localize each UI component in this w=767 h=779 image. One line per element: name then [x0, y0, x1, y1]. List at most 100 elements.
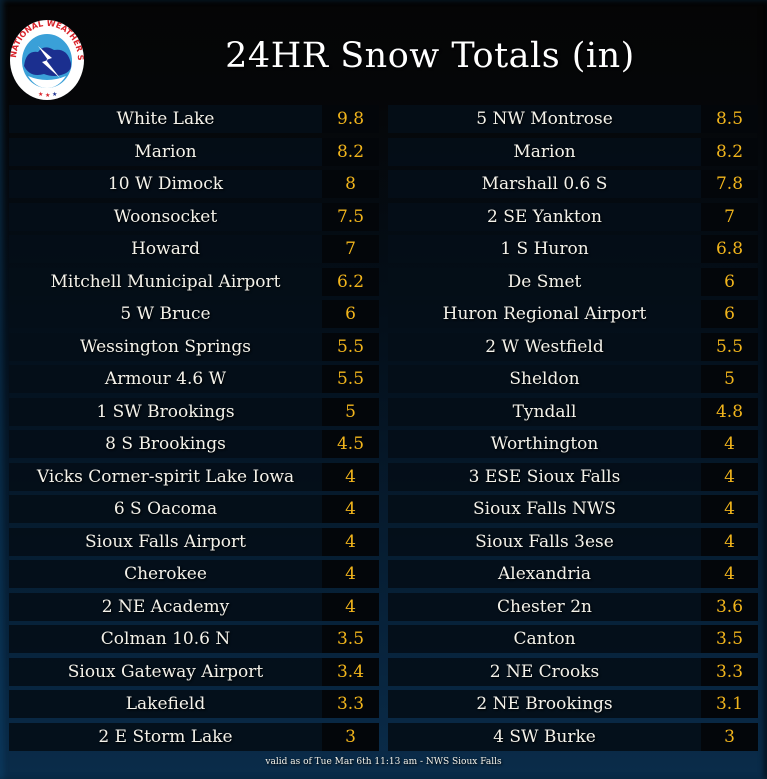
snow-total-value: 4	[701, 495, 758, 523]
snow-total-value: 7.5	[322, 202, 379, 231]
location-name: Worthington	[490, 434, 599, 454]
location-name: 3 ESE Sioux Falls	[468, 466, 621, 487]
location-name: Cherokee	[124, 564, 207, 584]
page-title: 24HR Snow Totals (in)	[225, 36, 635, 76]
location-name: 1 S Huron	[500, 239, 589, 259]
table-row: 2 NE Brookings 3.1	[388, 690, 758, 718]
svg-text:★: ★	[45, 92, 50, 99]
location-name: Sioux Gateway Airport	[67, 661, 264, 682]
location-name: 5 NW Montrose	[476, 109, 613, 129]
location-name: 2 NE Academy	[101, 596, 230, 617]
table-row: Mitchell Municipal Airport 6.2	[9, 267, 379, 296]
table-row: Sioux Falls 3ese 4	[388, 527, 758, 556]
table-row: Huron Regional Airport 6	[388, 300, 758, 328]
location-name: Wessington Springs	[80, 336, 251, 357]
table-row: Canton 3.5	[388, 625, 758, 653]
table-row: 6 S Oacoma 4	[9, 495, 379, 523]
snow-total-value: 8	[322, 170, 379, 198]
table-row: Sheldon 5	[388, 365, 758, 393]
snow-total-value: 3.3	[701, 657, 758, 686]
snow-total-value: 6.8	[701, 235, 758, 263]
nws-logo-icon: NATIONAL WEATHER SERVICE ★ ★ ★	[5, 11, 86, 102]
location-name: Woonsocket	[113, 206, 218, 227]
snow-total-value: 3.4	[322, 657, 379, 686]
location-name: Chester 2n	[497, 596, 592, 617]
svg-text:★: ★	[52, 91, 57, 98]
snow-total-value: 4	[701, 462, 758, 491]
location-name: Alexandria	[497, 564, 592, 584]
snow-total-value: 7	[322, 235, 379, 263]
location-name: 5 W Bruce	[120, 304, 211, 324]
table-row: 2 E Storm Lake 3	[9, 722, 379, 751]
location-name: Sioux Falls Airport	[85, 531, 246, 552]
location-name: 4 SW Burke	[493, 726, 596, 747]
table-row: Sioux Falls NWS 4	[388, 495, 758, 523]
table-row: 2 NE Academy 4	[9, 592, 379, 621]
snow-total-value: 4	[322, 592, 379, 621]
location-name: Sioux Falls 3ese	[475, 531, 614, 552]
table-row: Armour 4.6 W 5.5	[9, 365, 379, 393]
snow-total-value: 5	[322, 397, 379, 426]
table-row: 2 NE Crooks 3.3	[388, 657, 758, 686]
location-name: 2 W Westfield	[485, 336, 604, 357]
table-row: Howard 7	[9, 235, 379, 263]
table-row: 1 SW Brookings 5	[9, 397, 379, 426]
snow-total-value: 5.5	[322, 332, 379, 361]
location-name: White Lake	[116, 109, 215, 129]
snow-total-value: 5.5	[322, 365, 379, 393]
table-row: Woonsocket 7.5	[9, 202, 379, 231]
table-row: Vicks Corner-spirit Lake Iowa 4	[9, 462, 379, 491]
location-name: 2 E Storm Lake	[98, 726, 233, 747]
table-row: De Smet 6	[388, 267, 758, 296]
location-name: Lakefield	[125, 694, 206, 714]
location-name: 1 SW Brookings	[96, 401, 235, 422]
snow-total-value: 8.2	[322, 137, 379, 166]
snow-total-value: 6	[322, 300, 379, 328]
snow-total-value: 8.5	[701, 105, 758, 133]
snow-total-value: 4	[701, 560, 758, 588]
snow-total-value: 3.1	[701, 690, 758, 718]
location-name: Sheldon	[509, 369, 580, 389]
snow-total-value: 3.5	[322, 625, 379, 653]
table-row: White Lake 9.8	[9, 105, 379, 133]
snow-total-value: 6.2	[322, 267, 379, 296]
location-name: Marshall 0.6 S	[481, 174, 608, 194]
location-name: Canton	[513, 629, 576, 649]
table-row: 4 SW Burke 3	[388, 722, 758, 751]
table-row: Chester 2n 3.6	[388, 592, 758, 621]
snow-total-value: 4	[322, 495, 379, 523]
location-name: Vicks Corner-spirit Lake Iowa	[36, 466, 295, 487]
table-row: Tyndall 4.8	[388, 397, 758, 426]
snow-total-value: 7.8	[701, 170, 758, 198]
table-row: 1 S Huron 6.8	[388, 235, 758, 263]
snow-total-value: 4	[322, 462, 379, 491]
location-name: 6 S Oacoma	[113, 499, 218, 519]
svg-text:★: ★	[38, 91, 43, 98]
location-name: Marion	[134, 141, 197, 162]
location-name: Colman 10.6 N	[100, 629, 231, 649]
snow-total-value: 5.5	[701, 332, 758, 361]
table-row: Marion 8.2	[388, 137, 758, 166]
table-row: Sioux Gateway Airport 3.4	[9, 657, 379, 686]
snow-total-value: 4	[322, 560, 379, 588]
location-name: Mitchell Municipal Airport	[50, 271, 281, 292]
snow-total-value: 4	[322, 527, 379, 556]
location-name: Marion	[513, 141, 576, 162]
location-name: De Smet	[507, 271, 582, 292]
snow-total-value: 7	[701, 202, 758, 231]
table-row: Marion 8.2	[9, 137, 379, 166]
snow-total-value: 5	[701, 365, 758, 393]
snow-total-value: 9.8	[322, 105, 379, 133]
table-row: 2 W Westfield 5.5	[388, 332, 758, 361]
table-row: 2 SE Yankton 7	[388, 202, 758, 231]
location-name: Howard	[131, 239, 200, 259]
table-row: Wessington Springs 5.5	[9, 332, 379, 361]
table-row: 3 ESE Sioux Falls 4	[388, 462, 758, 491]
snow-total-value: 8.2	[701, 137, 758, 166]
snow-total-value: 3.6	[701, 592, 758, 621]
snow-total-value: 6	[701, 267, 758, 296]
table-row: Sioux Falls Airport 4	[9, 527, 379, 556]
location-name: 8 S Brookings	[105, 434, 226, 454]
location-name: 2 NE Crooks	[489, 661, 600, 682]
location-name: 2 SE Yankton	[487, 206, 602, 227]
